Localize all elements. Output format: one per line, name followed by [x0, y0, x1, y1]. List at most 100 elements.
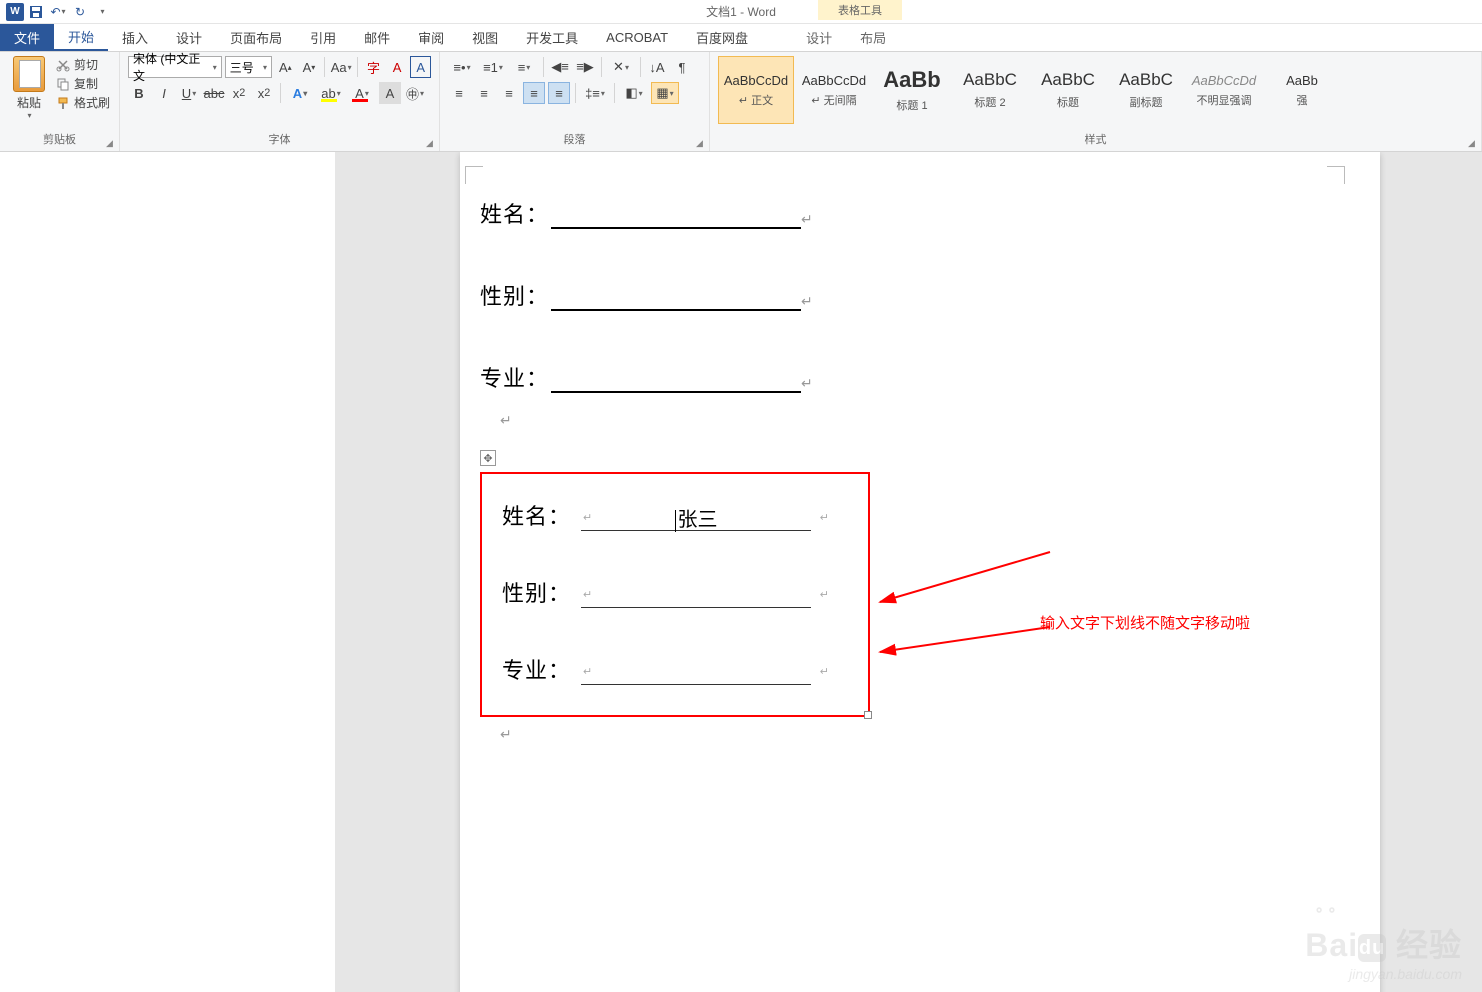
crop-mark-icon: [1327, 166, 1345, 184]
field-major[interactable]: 专业： ↵: [480, 361, 1360, 393]
tab-design[interactable]: 设计: [162, 24, 216, 51]
field-gender[interactable]: 性别： ↵: [480, 279, 1360, 311]
tab-view[interactable]: 视图: [458, 24, 512, 51]
subscript-button[interactable]: x2: [228, 82, 250, 104]
table-field-gender[interactable]: 性别： ↵ ↵: [502, 576, 848, 608]
underline[interactable]: [551, 203, 801, 229]
tab-mailings[interactable]: 邮件: [350, 24, 404, 51]
clipboard-launcher[interactable]: ◢: [106, 138, 116, 148]
paste-button[interactable]: 粘贴 ▾: [8, 56, 50, 120]
underline-button[interactable]: U▾: [178, 82, 200, 104]
phonetic-guide-button[interactable]: 字: [363, 56, 384, 78]
tab-home[interactable]: 开始: [54, 24, 108, 51]
bullets-button[interactable]: ≡•▾: [448, 56, 476, 78]
char-shading-button[interactable]: A: [379, 82, 401, 104]
font-color-button[interactable]: A▾: [348, 82, 376, 104]
asian-spacing-button[interactable]: ✕▾: [607, 56, 635, 78]
styles-launcher[interactable]: ◢: [1468, 138, 1478, 148]
bold-button[interactable]: B: [128, 82, 150, 104]
line-spacing-button[interactable]: ‡≡▾: [581, 82, 609, 104]
tab-page-layout[interactable]: 页面布局: [216, 24, 296, 51]
enclose-char-button[interactable]: ㊥▾: [404, 82, 426, 104]
highlighted-table[interactable]: 姓名： ↵ 张三 ↵ 性别： ↵ ↵: [480, 472, 870, 717]
table-cell[interactable]: ↵ ↵: [581, 657, 811, 685]
sort-button[interactable]: ↓A: [646, 56, 668, 78]
char-border-button[interactable]: A: [410, 56, 431, 78]
qat-customize-button[interactable]: ▾: [92, 2, 112, 22]
font-launcher[interactable]: ◢: [426, 138, 436, 148]
align-center-button[interactable]: ≡: [473, 82, 495, 104]
style-normal[interactable]: AaBbCcDd ↵ 正文: [718, 56, 794, 124]
grow-font-button[interactable]: A▴: [275, 56, 296, 78]
align-right-button[interactable]: ≡: [498, 82, 520, 104]
styles-gallery[interactable]: AaBbCcDd ↵ 正文 AaBbCcDd ↵ 无间隔 AaBb 标题 1 A…: [718, 56, 1473, 124]
document-page[interactable]: 姓名： ↵ 性别： ↵ 专业： ↵ ↵ ✥: [460, 152, 1380, 992]
ribbon: 粘贴 ▾ 剪切 复制 格式刷 剪贴板 ◢: [0, 52, 1482, 152]
entered-text: 张三: [678, 509, 718, 531]
table-cell[interactable]: ↵ 张三 ↵: [581, 503, 811, 531]
form-top: 姓名： ↵ 性别： ↵ 专业： ↵ ↵ ✥: [460, 152, 1380, 784]
text-effects-button[interactable]: A▾: [286, 82, 314, 104]
show-marks-button[interactable]: ¶: [671, 56, 693, 78]
shading-button[interactable]: ◧▾: [620, 82, 648, 104]
copy-button[interactable]: 复制: [56, 75, 110, 92]
tab-review[interactable]: 审阅: [404, 24, 458, 51]
page-view[interactable]: 姓名： ↵ 性别： ↵ 专业： ↵ ↵ ✥: [335, 152, 1482, 992]
clear-formatting-button[interactable]: A: [387, 56, 408, 78]
cut-button[interactable]: 剪切: [56, 56, 110, 73]
highlight-button[interactable]: ab▾: [317, 82, 345, 104]
italic-button[interactable]: I: [153, 82, 175, 104]
redo-button[interactable]: ↻: [70, 2, 90, 22]
save-button[interactable]: [26, 2, 46, 22]
underline[interactable]: [551, 367, 801, 393]
cell-mark-icon: ↵: [820, 665, 829, 678]
underline[interactable]: [551, 285, 801, 311]
change-case-button[interactable]: Aa▾: [330, 56, 352, 78]
decrease-indent-button[interactable]: ◀≡: [549, 56, 571, 78]
font-name-select[interactable]: 宋体 (中文正文▾: [128, 56, 222, 78]
tab-file[interactable]: 文件: [0, 24, 54, 51]
strikethrough-button[interactable]: abc: [203, 82, 225, 104]
table-field-major[interactable]: 专业： ↵ ↵: [502, 653, 848, 685]
increase-indent-button[interactable]: ≡▶: [574, 56, 596, 78]
tab-references[interactable]: 引用: [296, 24, 350, 51]
tab-developer[interactable]: 开发工具: [512, 24, 592, 51]
style-no-spacing[interactable]: AaBbCcDd ↵ 无间隔: [796, 56, 872, 124]
format-painter-button[interactable]: 格式刷: [56, 94, 110, 111]
style-heading2[interactable]: AaBbC 标题 2: [952, 56, 1028, 124]
numbering-button[interactable]: ≡1▾: [479, 56, 507, 78]
table-move-handle[interactable]: ✥: [480, 450, 496, 466]
text-cursor: [675, 510, 676, 532]
navigation-pane[interactable]: [0, 152, 335, 992]
cell-mark-icon: ↵: [583, 588, 592, 601]
borders-button[interactable]: ▦▾: [651, 82, 679, 104]
group-paragraph: ≡•▾ ≡1▾ ≡▾ ◀≡ ≡▶ ✕▾ ↓A ¶ ≡ ≡ ≡ ≡ ≡ ‡≡▾ ◧…: [440, 52, 710, 151]
style-strong[interactable]: AaBb 强: [1264, 56, 1340, 124]
table-cell[interactable]: ↵ ↵: [581, 580, 811, 608]
paragraph-launcher[interactable]: ◢: [696, 138, 706, 148]
align-left-button[interactable]: ≡: [448, 82, 470, 104]
tab-table-design[interactable]: 设计: [792, 24, 846, 51]
annotation-text: 输入文字下划线不随文字移动啦: [1040, 612, 1250, 633]
style-heading1[interactable]: AaBb 标题 1: [874, 56, 950, 124]
watermark-logo: ⚬⚬ Baidu 经验: [1305, 920, 1462, 966]
font-size-select[interactable]: 三号▾: [225, 56, 272, 78]
tab-table-layout[interactable]: 布局: [846, 24, 900, 51]
tab-insert[interactable]: 插入: [108, 24, 162, 51]
multilevel-button[interactable]: ≡▾: [510, 56, 538, 78]
style-subtitle[interactable]: AaBbC 副标题: [1108, 56, 1184, 124]
shrink-font-button[interactable]: A▾: [299, 56, 320, 78]
style-title[interactable]: AaBbC 标题: [1030, 56, 1106, 124]
style-subtle-emphasis[interactable]: AaBbCcDd 不明显强调: [1186, 56, 1262, 124]
superscript-button[interactable]: x2: [253, 82, 275, 104]
undo-button[interactable]: ↶▾: [48, 2, 68, 22]
justify-button[interactable]: ≡: [523, 82, 545, 104]
field-name[interactable]: 姓名： ↵: [480, 197, 1360, 229]
tab-baidu[interactable]: 百度网盘: [682, 24, 762, 51]
watermark: ⚬⚬ Baidu 经验 jingyan.baidu.com: [1305, 920, 1462, 982]
tab-acrobat[interactable]: ACROBAT: [592, 24, 682, 51]
distribute-button[interactable]: ≡: [548, 82, 570, 104]
table-field-name[interactable]: 姓名： ↵ 张三 ↵: [502, 499, 848, 531]
para-mark-icon: ↵: [801, 212, 813, 229]
table-resize-handle[interactable]: [864, 711, 872, 719]
